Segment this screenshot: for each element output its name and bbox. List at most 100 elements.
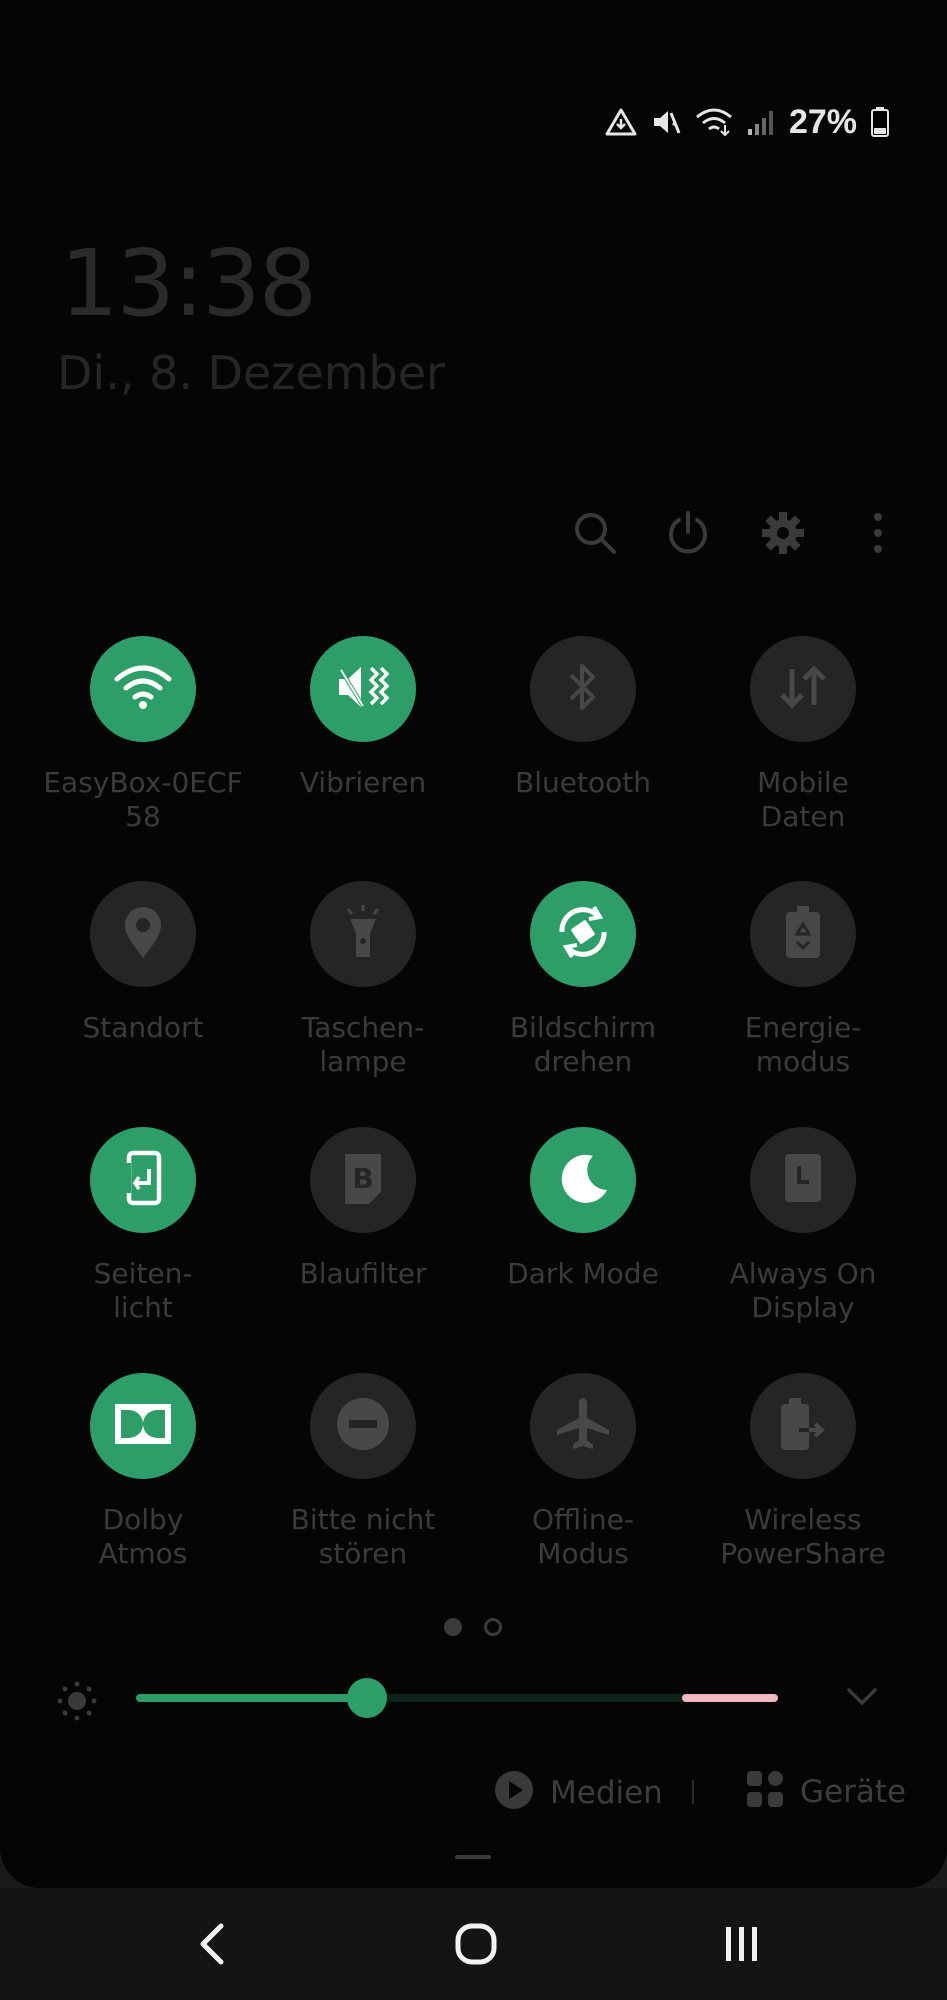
tile-powershare[interactable]: Wireless PowerShare (703, 1373, 903, 1583)
tile-sound-toggle[interactable] (310, 636, 416, 742)
moon-icon (555, 1150, 611, 1211)
quick-actions (565, 505, 905, 565)
tile-dolby-toggle[interactable] (90, 1373, 196, 1479)
vibrate-icon (335, 662, 391, 717)
media-button[interactable]: Medien (494, 1770, 663, 1815)
tile-location[interactable]: Standort (43, 881, 243, 1091)
tile-edge-lighting-label: Seiten- licht (93, 1257, 193, 1324)
brightness-slider-fill (136, 1694, 368, 1702)
tile-dolby[interactable]: Dolby Atmos (43, 1373, 243, 1583)
expand-brightness-button[interactable] (845, 1684, 879, 1715)
panel-drag-handle[interactable] (455, 1855, 491, 1859)
tile-power-mode-label: Energie- modus (744, 1011, 862, 1078)
tile-edge-lighting[interactable]: Seiten- licht (43, 1127, 243, 1337)
tile-flashlight[interactable]: Taschen- lampe (263, 881, 463, 1091)
devices-grid-icon (746, 1770, 784, 1813)
brightness-high-warning-zone (681, 1694, 778, 1702)
recent-apps-icon (722, 1923, 762, 1970)
brightness-slider[interactable] (136, 1678, 778, 1718)
tile-bluetooth-label: Bluetooth (515, 766, 651, 799)
brightness-slider-thumb[interactable] (347, 1678, 388, 1718)
more-options-button[interactable] (848, 505, 908, 565)
tile-dnd[interactable]: Bitte nicht stören (263, 1373, 463, 1583)
tile-rotate[interactable]: Bildschirm drehen (483, 881, 683, 1091)
tile-sound[interactable]: Vibrieren (263, 636, 463, 846)
tile-edge-lighting-toggle[interactable] (90, 1127, 196, 1233)
tile-bluetooth[interactable]: Bluetooth (483, 636, 683, 846)
location-icon (121, 904, 165, 965)
battery-icon (871, 107, 889, 137)
tile-flashlight-toggle[interactable] (310, 881, 416, 987)
media-label: Medien (550, 1774, 663, 1811)
tile-mobile-data-toggle[interactable] (750, 636, 856, 742)
tile-powershare-toggle[interactable] (750, 1373, 856, 1479)
flashlight-icon (340, 903, 386, 966)
navigation-bar (0, 1888, 947, 2000)
tile-airplane-toggle[interactable] (530, 1373, 636, 1479)
mute-icon (651, 107, 681, 137)
dolby-icon (113, 1402, 173, 1451)
tile-blue-light[interactable]: B Blaufilter (263, 1127, 463, 1337)
battery-percentage: 27% (788, 102, 857, 141)
signal-icon (747, 107, 775, 137)
gear-icon (760, 510, 806, 561)
tile-dark-mode-toggle[interactable] (530, 1127, 636, 1233)
tile-wifi-toggle[interactable] (90, 636, 196, 742)
tile-aod-toggle[interactable] (750, 1127, 856, 1233)
tile-aod[interactable]: Always On Display (703, 1127, 903, 1337)
tile-rotate-toggle[interactable] (530, 881, 636, 987)
page-indicator-next[interactable] (484, 1618, 502, 1636)
tile-rotate-label: Bildschirm drehen (509, 1011, 657, 1078)
status-bar: 27% (605, 98, 889, 146)
edge-lighting-icon (119, 1149, 167, 1212)
tile-sound-label: Vibrieren (299, 766, 427, 799)
tile-airplane[interactable]: Offline- Modus (483, 1373, 683, 1583)
recent-apps-button[interactable] (712, 1916, 772, 1976)
tile-wifi-label: EasyBox-0ECF 58 (43, 766, 243, 833)
lockscreen-clock: 13:38 (60, 230, 317, 337)
tile-dolby-label: Dolby Atmos (98, 1503, 188, 1570)
airplane-icon (553, 1394, 613, 1459)
tile-location-label: Standort (82, 1011, 204, 1044)
back-icon (197, 1922, 227, 1971)
settings-button[interactable] (753, 505, 813, 565)
tile-wifi[interactable]: EasyBox-0ECF 58 (43, 636, 243, 846)
devices-label: Geräte (800, 1773, 907, 1810)
brightness-icon (56, 1680, 98, 1727)
tile-aod-label: Always On Display (729, 1257, 877, 1324)
power-icon (665, 510, 711, 561)
page-indicator-current (444, 1618, 462, 1636)
tile-mobile-data-label: Mobile Daten (757, 766, 849, 833)
blue-light-filter-icon: B (341, 1150, 385, 1211)
always-on-display-icon (781, 1150, 825, 1211)
tile-blue-light-toggle[interactable]: B (310, 1127, 416, 1233)
mobile-data-icon (777, 663, 829, 716)
wireless-powershare-icon (777, 1396, 829, 1457)
search-icon (572, 510, 618, 561)
tile-flashlight-label: Taschen- lampe (301, 1011, 425, 1078)
back-button[interactable] (182, 1916, 242, 1976)
tile-power-mode[interactable]: Energie- modus (703, 881, 903, 1091)
search-button[interactable] (565, 505, 625, 565)
bluetooth-icon (563, 659, 603, 720)
tile-dnd-toggle[interactable] (310, 1373, 416, 1479)
svg-text:B: B (352, 1162, 373, 1195)
power-button[interactable] (658, 505, 718, 565)
tile-dark-mode-label: Dark Mode (507, 1257, 659, 1290)
more-vertical-icon (872, 511, 884, 560)
tile-power-mode-toggle[interactable] (750, 881, 856, 987)
tile-blue-light-label: Blaufilter (299, 1257, 427, 1290)
tile-dark-mode[interactable]: Dark Mode (483, 1127, 683, 1337)
tile-mobile-data[interactable]: Mobile Daten (703, 636, 903, 846)
nfc-alert-icon (605, 107, 637, 137)
tile-airplane-label: Offline- Modus (532, 1503, 634, 1570)
tile-location-toggle[interactable] (90, 881, 196, 987)
home-button[interactable] (446, 1916, 506, 1976)
tile-bluetooth-toggle[interactable] (530, 636, 636, 742)
auto-rotate-icon (552, 901, 614, 968)
do-not-disturb-icon (335, 1396, 391, 1457)
devices-button[interactable]: Geräte (746, 1770, 906, 1813)
quick-settings-panel: 27% 13:38 Di., 8. Dezember EasyBox-0ECF … (0, 0, 947, 1888)
power-saving-icon (783, 904, 823, 965)
lockscreen-date: Di., 8. Dezember (57, 346, 445, 400)
